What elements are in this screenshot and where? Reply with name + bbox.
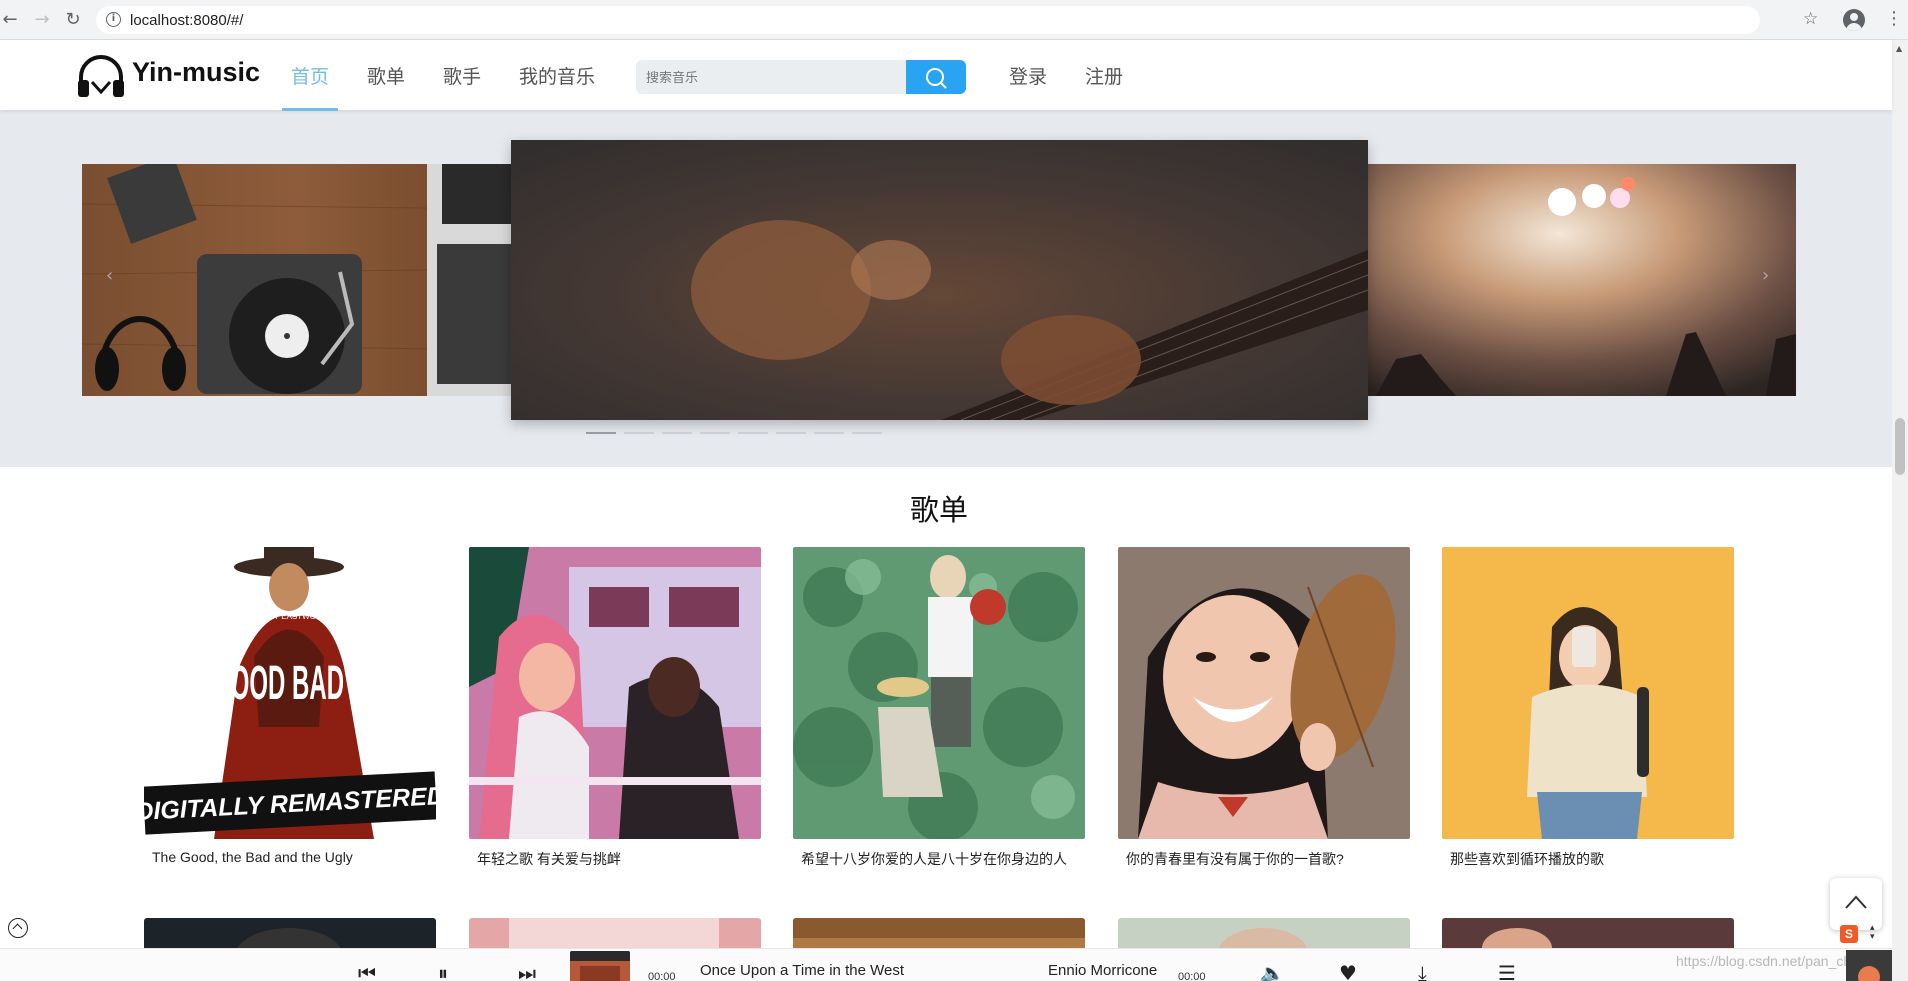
playlist-cover[interactable]	[469, 547, 761, 839]
csdn-icon[interactable]: S	[1840, 925, 1858, 943]
current-time: 00:00	[648, 971, 676, 981]
csdn-toggle-icon[interactable]: ▴ ▾	[1870, 924, 1875, 942]
playlist-icon[interactable]: ☰	[1498, 963, 1516, 981]
playlist-cover[interactable]: CLINT EASTWOOD GOOD BAD UGLY DIGITALLY R…	[144, 547, 436, 839]
carousel-dot[interactable]	[662, 432, 692, 434]
duration: 00:00	[1178, 971, 1206, 981]
playlist-title[interactable]: 希望十八岁你爱的人是八十岁在你身边的人	[793, 849, 1085, 869]
info-icon[interactable]: i	[106, 12, 121, 27]
cover-text-main: GOOD BAD UGLY	[212, 657, 415, 710]
playlist-title[interactable]: The Good, the Bad and the Ugly	[144, 849, 436, 865]
playlist-card[interactable]: 你的青春里有没有属于你的一首歌?	[1118, 547, 1410, 869]
site-header: Yin-music 首页 歌单 歌手 我的音乐 登录 注册	[0, 40, 1892, 111]
playlist-title[interactable]: 年轻之歌 有关爱与挑衅	[469, 849, 761, 869]
nav-home[interactable]: 首页	[291, 62, 329, 89]
nav-my-music[interactable]: 我的音乐	[519, 62, 595, 89]
logo-text[interactable]: Yin-music	[132, 57, 260, 88]
carousel-dot[interactable]	[814, 432, 844, 434]
address-bar[interactable]: i localhost:8080/#/	[96, 6, 1760, 34]
nav-singers[interactable]: 歌手	[443, 62, 481, 89]
playlist-card[interactable]: 年轻之歌 有关爱与挑衅	[469, 547, 761, 869]
next-icon[interactable]: ⏭	[518, 963, 536, 981]
playlist-cover[interactable]	[793, 547, 1085, 839]
scroll-up-icon[interactable]: ▲	[1896, 44, 1902, 53]
collapse-player-icon[interactable]	[8, 918, 28, 938]
playlist-card[interactable]: CLINT EASTWOOD GOOD BAD UGLY DIGITALLY R…	[144, 547, 436, 865]
carousel: ‹ ›	[0, 110, 1892, 467]
profile-icon[interactable]	[1843, 9, 1865, 31]
carousel-prev-button[interactable]: ‹	[106, 265, 113, 286]
carousel-slide-guitar[interactable]	[511, 140, 1368, 420]
star-icon[interactable]: ☆	[1803, 9, 1818, 29]
scroll-thumb[interactable]	[1895, 418, 1905, 475]
playlist-cover[interactable]	[1118, 547, 1410, 839]
carousel-dot[interactable]	[852, 432, 882, 434]
search-button[interactable]	[906, 60, 966, 94]
prev-icon[interactable]: ⏮	[358, 963, 376, 981]
carousel-dot[interactable]	[624, 432, 654, 434]
playlist-title[interactable]: 你的青春里有没有属于你的一首歌?	[1118, 849, 1410, 869]
menu-dots-icon[interactable]: ⋮	[1885, 8, 1903, 30]
page-scrollbar[interactable]: ▲	[1892, 40, 1908, 981]
artist-name: Ennio Morricone	[1048, 962, 1158, 979]
register-link[interactable]: 注册	[1085, 62, 1123, 89]
heart-icon[interactable]: ♥	[1339, 963, 1357, 981]
pause-icon[interactable]: ⏸	[438, 963, 448, 981]
forward-arrow-icon[interactable]: →	[32, 10, 52, 30]
song-title: Once Upon a Time in the West	[700, 962, 904, 979]
carousel-dot[interactable]	[586, 432, 616, 434]
nav-active-underline	[282, 108, 338, 111]
playlist-card[interactable]: 希望十八岁你爱的人是八十岁在你身边的人	[793, 547, 1085, 869]
nav-playlists[interactable]: 歌单	[367, 62, 405, 89]
cover-text-top: CLINT EASTWOOD	[256, 612, 328, 621]
search-input[interactable]	[636, 60, 906, 94]
carousel-slide-concert[interactable]	[1366, 164, 1796, 396]
album-cover[interactable]	[570, 951, 630, 981]
user-avatar[interactable]	[1846, 950, 1892, 981]
carousel-slide-turntable[interactable]	[82, 164, 512, 396]
download-icon[interactable]: ⤓	[1418, 963, 1427, 981]
carousel-dot[interactable]	[776, 432, 806, 434]
music-player-bar: ⏮ ⏸ ⏭ 00:00 Once Upon a Time in the West…	[0, 948, 1892, 981]
chevron-up-icon	[1845, 895, 1867, 909]
carousel-dot[interactable]	[700, 432, 730, 434]
login-link[interactable]: 登录	[1009, 62, 1047, 89]
carousel-dot[interactable]	[738, 432, 768, 434]
search-icon	[926, 68, 947, 89]
reload-icon[interactable]: ↻	[63, 10, 83, 30]
browser-toolbar: ← → ↻ i localhost:8080/#/ ☆ ⋮	[0, 0, 1908, 40]
carousel-next-button[interactable]: ›	[1762, 265, 1769, 286]
volume-icon[interactable]: 🔈	[1260, 963, 1285, 981]
playlists-title: 歌单	[909, 495, 968, 527]
playlist-title[interactable]: 那些喜欢到循环播放的歌	[1442, 849, 1734, 869]
playlist-card[interactable]: 那些喜欢到循环播放的歌	[1442, 547, 1734, 869]
back-arrow-icon[interactable]: ←	[0, 10, 20, 30]
playlist-cover[interactable]	[1442, 547, 1734, 839]
address-url[interactable]: localhost:8080/#/	[130, 12, 243, 29]
headphones-logo-icon[interactable]	[76, 54, 126, 98]
